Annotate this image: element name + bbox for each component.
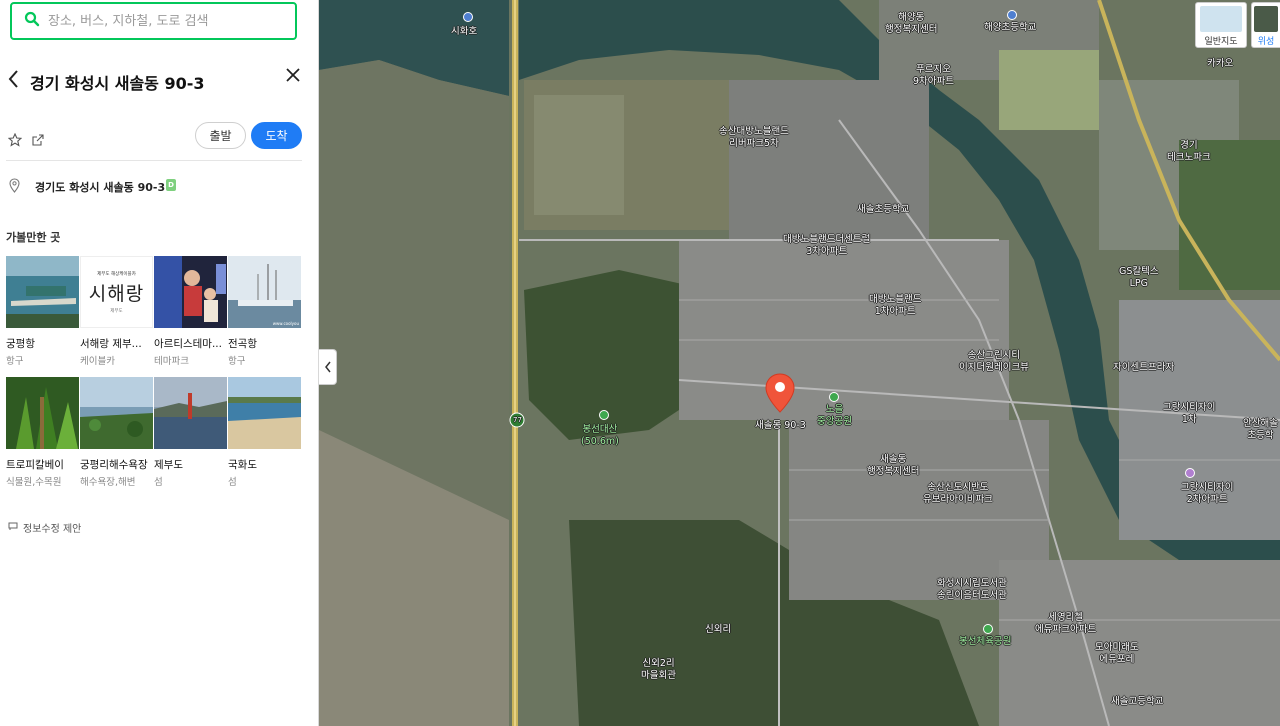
map-label[interactable]: 송산그린시티 이지더원레이크뷰 <box>959 350 1029 374</box>
back-arrow-icon[interactable] <box>6 68 22 90</box>
map-label[interactable]: 새솔고등학교 <box>1111 696 1163 708</box>
poi-icon[interactable] <box>463 12 473 22</box>
marker-label: 새솔동 90-3 <box>755 420 806 431</box>
map-label[interactable]: 그랑시티자이 2차아파트 <box>1181 482 1233 506</box>
map-label[interactable]: 새솔초등학교 <box>857 204 909 216</box>
nearby-title: 가볼만한 곳 <box>6 231 61 244</box>
place-panel: 경기 화성시 새솔동 90-3 출발 도착 경기도 화성시 새솔동 90-3 D… <box>0 0 319 726</box>
nearby-card[interactable]: 국화도 섬 <box>228 377 301 497</box>
address-row: 경기도 화성시 새솔동 90-3 D <box>0 176 319 198</box>
map-label[interactable]: 대방노블랜드더센트럴 3차아파트 <box>783 234 870 258</box>
collapse-panel-button[interactable] <box>319 349 337 385</box>
flag-icon <box>8 521 18 534</box>
nearby-card[interactable]: www.coolyou 전곡항 항구 <box>228 256 301 376</box>
poi-icon[interactable] <box>1007 10 1017 20</box>
map-label[interactable]: 봉선체육공원 <box>959 636 1011 648</box>
place-thumbnail <box>6 377 79 449</box>
map-label[interactable]: 신외리 <box>705 624 731 636</box>
map-label[interactable]: 해양동 행정복지센터 <box>885 12 937 36</box>
maptype-normal-button[interactable]: 일반지도 <box>1195 2 1247 48</box>
place-thumbnail <box>154 256 227 328</box>
place-thumbnail: 제부도 해상케이블카 시해랑 제부도 <box>80 256 153 328</box>
map-label[interactable]: 봉선대산 (50.6m) <box>581 424 619 448</box>
place-thumbnail <box>6 256 79 328</box>
address-text: 경기도 화성시 새솔동 90-3 <box>35 181 166 194</box>
place-marker[interactable] <box>764 372 796 414</box>
map-label[interactable]: 노을 중앙공원 <box>817 404 852 428</box>
map-label[interactable]: 모아미래도 에듀포레 <box>1095 642 1139 666</box>
map-label[interactable]: 카카오 <box>1207 58 1233 70</box>
divider <box>6 160 302 161</box>
poi-icon[interactable] <box>829 392 839 402</box>
place-title: 경기 화성시 새솔동 90-3 <box>30 74 205 93</box>
place-thumbnail <box>228 377 301 449</box>
map-label[interactable]: 푸르지오 9차아파트 <box>913 64 954 88</box>
nearby-card[interactable]: 궁평항 항구 <box>6 256 79 376</box>
close-icon[interactable] <box>284 66 302 84</box>
map-pin-icon <box>765 373 795 413</box>
place-thumbnail <box>154 377 227 449</box>
place-thumbnail <box>80 377 153 449</box>
share-icon[interactable] <box>31 132 45 146</box>
map-label[interactable]: 안산해솔 초등학 <box>1243 418 1278 442</box>
search-box[interactable] <box>10 2 297 40</box>
copy-badge-icon[interactable]: D <box>166 179 176 191</box>
poi-icon[interactable] <box>1185 468 1195 478</box>
map-label[interactable]: 송산대방노블랜드 리버파크5차 <box>719 126 789 150</box>
map-label[interactable]: 자이센트프라자 <box>1113 362 1174 374</box>
depart-button[interactable]: 출발 <box>195 122 246 149</box>
map-label[interactable]: 대방노블랜드 1차아파트 <box>869 294 921 318</box>
map-label[interactable]: 해양초등학교 <box>984 22 1036 34</box>
nearby-card[interactable]: 트로피칼베이 식물원,수목원 <box>6 377 79 497</box>
place-actions: 출발 도착 <box>0 122 319 152</box>
map-label[interactable]: 세영리첼 에듀파크아파트 <box>1035 612 1096 636</box>
map-label[interactable]: 경기 테크노파크 <box>1167 140 1211 164</box>
poi-icon[interactable] <box>983 624 993 634</box>
arrive-button[interactable]: 도착 <box>251 122 302 149</box>
map-label[interactable]: 그랑시티자이 1차 <box>1163 402 1215 426</box>
report-button[interactable]: 정보수정 제안 <box>8 520 81 535</box>
star-icon[interactable] <box>7 132 23 147</box>
location-pin-icon <box>9 178 20 193</box>
map-label[interactable]: 시화호 <box>451 26 477 38</box>
place-thumbnail: www.coolyou <box>228 256 301 328</box>
map-canvas[interactable]: 시화호 해양동 행정복지센터 해양초등학교 푸르지오 9차아파트 카카오 경기 … <box>319 0 1280 726</box>
place-header: 경기 화성시 새솔동 90-3 <box>0 62 319 98</box>
map-label[interactable]: GS칼텍스 LPG <box>1119 266 1159 290</box>
nearby-card[interactable]: 제부도 섬 <box>154 377 227 497</box>
map-label[interactable]: 화성시시립도서관 송린이음터도서관 <box>937 578 1007 602</box>
route-shield-label: 77 <box>513 416 522 424</box>
app-root: 경기 화성시 새솔동 90-3 출발 도착 경기도 화성시 새솔동 90-3 D… <box>0 0 1280 726</box>
poi-icon[interactable] <box>599 410 609 420</box>
search-input[interactable] <box>48 13 268 29</box>
map-label[interactable]: 새솔동 행정복지센터 <box>867 454 919 478</box>
search-icon[interactable] <box>24 11 40 31</box>
nearby-card[interactable]: 아르티스테마... 테마파크 <box>154 256 227 376</box>
chevron-left-icon <box>324 358 332 377</box>
map-label[interactable]: 송산신도시반도 유보라아이비파크 <box>923 482 993 506</box>
nearby-card[interactable]: 제부도 해상케이블카 시해랑 제부도 서해랑 제부... 케이블카 <box>80 256 153 376</box>
map-label[interactable]: 신외2리 마을회관 <box>641 658 676 682</box>
maptype-satellite-button[interactable]: 위성 <box>1251 2 1280 48</box>
nearby-card[interactable]: 궁평리해수욕장 해수욕장,해변 <box>80 377 153 497</box>
